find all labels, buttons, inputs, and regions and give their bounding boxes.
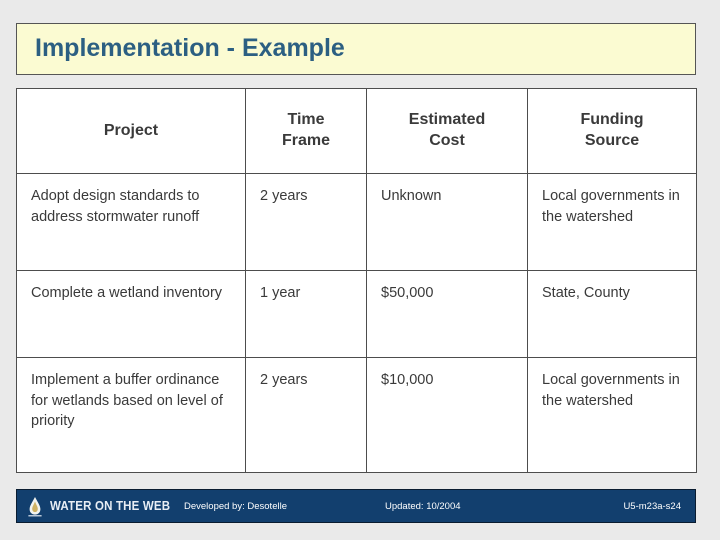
brand-label: WATER ON THE WEB [50,499,171,513]
column-header-funding-source: Funding Source [527,88,697,174]
water-droplet-icon [26,495,44,517]
column-header-project: Project [16,88,246,174]
column-header-time-frame: Time Frame [245,88,367,174]
cell-project: Complete a wetland inventory [16,270,246,358]
footer-updated-date: Updated: 10/2004 [385,500,461,512]
column-header-funding-source-line2: Source [584,132,640,149]
column-header-estimated-cost: Estimated Cost [366,88,528,174]
cell-estimated-cost: $50,000 [366,270,528,358]
cell-time-frame: 2 years [245,173,367,271]
cell-estimated-cost: Unknown [366,173,528,271]
column-header-funding-source-line1: Funding [580,111,644,129]
implementation-table-container: Project Time Frame Estimated Cost Fundin… [16,88,697,473]
implementation-table: Project Time Frame Estimated Cost Fundin… [16,88,697,473]
table-header: Project Time Frame Estimated Cost Fundin… [16,88,697,174]
water-on-the-web-logo: WATER ON THE WEB [17,495,170,517]
column-header-estimated-cost-line2: Cost [429,132,465,149]
slide-title-box: Implementation - Example [16,23,696,75]
table-row: Complete a wetland inventory 1 year $50,… [16,270,697,358]
column-header-estimated-cost-line1: Estimated [408,111,486,129]
table-row: Implement a buffer ordinance for wetland… [16,357,697,473]
footer-slide-code: U5-m23a-s24 [623,500,681,512]
cell-estimated-cost: $10,000 [366,357,528,473]
table-header-row: Project Time Frame Estimated Cost Fundin… [16,88,697,174]
cell-funding-source: Local governments in the watershed [527,357,697,473]
slide-footer-bar: WATER ON THE WEB Developed by: Desotelle… [16,489,696,523]
cell-time-frame: 1 year [245,270,367,358]
cell-funding-source: Local governments in the watershed [527,173,697,271]
column-header-project-line1: Project [103,121,159,139]
cell-time-frame: 2 years [245,357,367,473]
footer-developed-by: Developed by: Desotelle [184,500,287,512]
cell-funding-source: State, County [527,270,697,358]
table-row: Adopt design standards to address stormw… [16,173,697,271]
column-header-time-frame-line1: Time [287,111,325,129]
table-body: Adopt design standards to address stormw… [16,173,697,473]
cell-project: Adopt design standards to address stormw… [16,173,246,271]
page-title: Implementation - Example [35,34,345,63]
column-header-time-frame-line2: Frame [281,132,331,149]
cell-project: Implement a buffer ordinance for wetland… [16,357,246,473]
